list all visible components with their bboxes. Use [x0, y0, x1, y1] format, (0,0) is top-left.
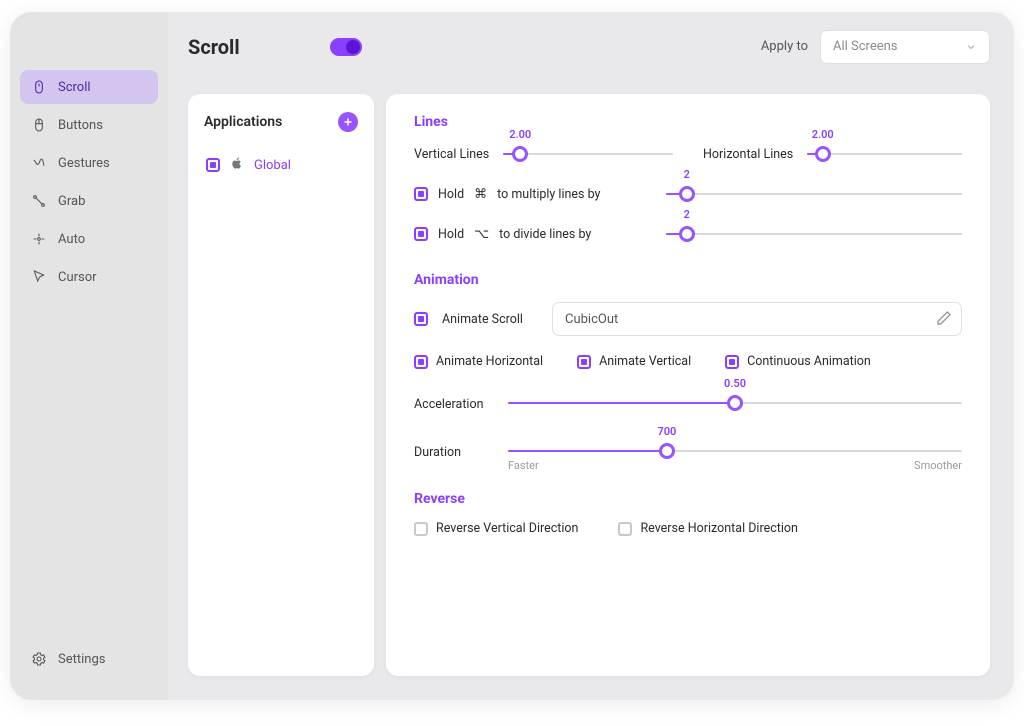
continuous-animation-label: Continuous Animation: [747, 354, 871, 369]
sidebar-settings-label: Settings: [58, 652, 105, 667]
sidebar-item-settings[interactable]: Settings: [20, 642, 158, 676]
sidebar-item-label: Auto: [58, 232, 85, 247]
reverse-vertical-group[interactable]: Reverse Vertical Direction: [414, 521, 578, 536]
acceleration-slider[interactable]: 0.50: [508, 393, 962, 413]
mouse-button-icon: [30, 117, 48, 133]
sidebar-item-label: Cursor: [58, 270, 97, 285]
easing-input[interactable]: [552, 302, 962, 336]
chevron-down-icon: [965, 41, 977, 53]
main: Scroll Apply to All Screens Applications: [168, 12, 1014, 700]
application-item-global[interactable]: Global: [204, 150, 358, 180]
sidebar-item-label: Grab: [58, 194, 85, 209]
pencil-icon: [936, 310, 952, 326]
sidebar-bottom: Settings: [10, 642, 168, 700]
divide-value: 2: [684, 208, 690, 221]
animate-horizontal-label: Animate Horizontal: [436, 354, 543, 369]
applications-title: Applications: [204, 114, 282, 130]
horizontal-lines-label: Horizontal Lines: [703, 147, 793, 162]
animate-horizontal-checkbox[interactable]: [414, 355, 428, 369]
animate-vertical-checkbox[interactable]: [577, 355, 591, 369]
sidebar-item-auto[interactable]: Auto: [20, 222, 158, 256]
reverse-vertical-checkbox[interactable]: [414, 522, 428, 536]
gesture-icon: [30, 155, 48, 171]
multiply-slider[interactable]: 2: [666, 184, 962, 204]
apply-to-label: Apply to: [761, 39, 808, 54]
duration-slider[interactable]: 700 Faster Smoother: [508, 441, 962, 461]
section-title-lines: Lines: [414, 114, 962, 130]
vertical-lines-slider[interactable]: 2.00: [503, 144, 673, 164]
vertical-lines-label: Vertical Lines: [414, 147, 489, 162]
applications-card: Applications Global: [188, 94, 374, 676]
horizontal-lines-value: 2.00: [812, 128, 834, 141]
sidebar-item-grab[interactable]: Grab: [20, 184, 158, 218]
duration-smoother-label: Smoother: [914, 459, 962, 472]
animate-scroll-label: Animate Scroll: [442, 312, 538, 327]
plus-icon: [342, 116, 354, 128]
grab-icon: [30, 193, 48, 209]
multiply-text: to multiply lines by: [497, 187, 600, 202]
header: Scroll Apply to All Screens: [188, 36, 990, 76]
section-title-animation: Animation: [414, 272, 962, 288]
sidebar-item-cursor[interactable]: Cursor: [20, 260, 158, 294]
continuous-animation-checkbox[interactable]: [725, 355, 739, 369]
sidebar-item-gestures[interactable]: Gestures: [20, 146, 158, 180]
reverse-vertical-label: Reverse Vertical Direction: [436, 521, 578, 536]
hold-label: Hold: [438, 187, 464, 202]
vertical-lines-value: 2.00: [509, 128, 531, 141]
duration-value: 700: [657, 425, 676, 438]
sidebar-item-label: Scroll: [58, 80, 91, 95]
apply-to-value: All Screens: [833, 39, 898, 54]
divide-slider[interactable]: 2: [666, 224, 962, 244]
mouse-icon: [30, 79, 48, 95]
cursor-icon: [30, 269, 48, 285]
command-key-icon: ⌘: [474, 187, 487, 202]
duration-faster-label: Faster: [508, 459, 539, 472]
apply-to-select[interactable]: All Screens: [820, 30, 990, 64]
app-label: Global: [254, 158, 291, 173]
gear-icon: [30, 651, 48, 667]
option-key-icon: ⌥: [474, 227, 489, 242]
acceleration-label: Acceleration: [414, 393, 484, 412]
animate-vertical-group[interactable]: Animate Vertical: [577, 354, 691, 369]
continuous-animation-group[interactable]: Continuous Animation: [725, 354, 871, 369]
multiply-checkbox[interactable]: [414, 187, 428, 201]
animate-vertical-label: Animate Vertical: [599, 354, 691, 369]
divide-checkbox[interactable]: [414, 227, 428, 241]
auto-icon: [30, 231, 48, 247]
page-title: Scroll: [188, 35, 240, 59]
animate-scroll-checkbox[interactable]: [414, 312, 428, 326]
hold-label: Hold: [438, 227, 464, 242]
sidebar-item-label: Buttons: [58, 118, 103, 133]
sidebar-item-buttons[interactable]: Buttons: [20, 108, 158, 142]
app-checkbox[interactable]: [206, 158, 220, 172]
section-title-reverse: Reverse: [414, 491, 962, 507]
enable-toggle[interactable]: [330, 38, 362, 56]
sidebar: Scroll Buttons Gestures Grab: [10, 12, 168, 700]
apple-icon: [230, 156, 244, 174]
divide-text: to divide lines by: [499, 227, 591, 242]
sidebar-nav: Scroll Buttons Gestures Grab: [10, 70, 168, 294]
app-window: Scroll Buttons Gestures Grab: [10, 12, 1014, 700]
settings-card: Lines Vertical Lines 2.00 Horizontal Lin…: [386, 94, 990, 676]
animate-horizontal-group[interactable]: Animate Horizontal: [414, 354, 543, 369]
acceleration-value: 0.50: [724, 377, 746, 390]
edit-easing-button[interactable]: [936, 310, 952, 330]
sidebar-item-label: Gestures: [58, 156, 110, 171]
duration-label: Duration: [414, 441, 484, 460]
sidebar-item-scroll[interactable]: Scroll: [20, 70, 158, 104]
content-columns: Applications Global Lines: [188, 94, 990, 676]
reverse-horizontal-label: Reverse Horizontal Direction: [640, 521, 797, 536]
reverse-horizontal-checkbox[interactable]: [618, 522, 632, 536]
multiply-value: 2: [684, 168, 690, 181]
add-application-button[interactable]: [338, 112, 358, 132]
reverse-horizontal-group[interactable]: Reverse Horizontal Direction: [618, 521, 797, 536]
horizontal-lines-slider[interactable]: 2.00: [807, 144, 962, 164]
